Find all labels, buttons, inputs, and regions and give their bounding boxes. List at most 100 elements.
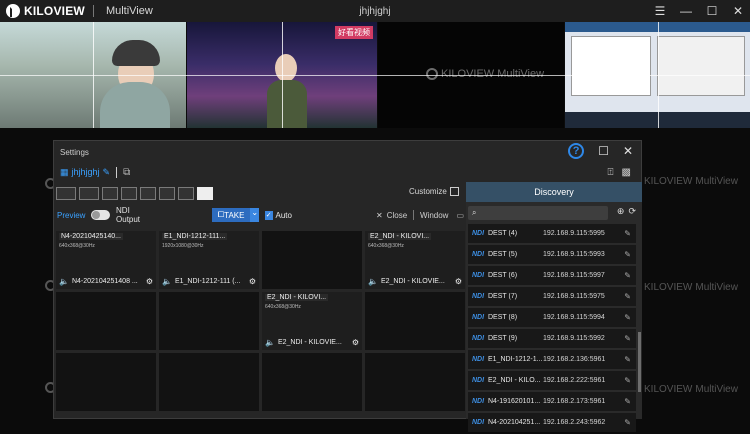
list-item[interactable]: NDI E2_NDI - KILO... 192.168.2.222:5961 ✎ [468, 371, 636, 390]
cell-source-name: E2_NDI - KILOVI... [265, 294, 329, 301]
brand-name: KILOVIEW [24, 4, 85, 18]
bg-watermark: KILOVIEW MultiView [644, 384, 738, 395]
source-address: 192.168.9.115:5997 [543, 272, 605, 279]
export-icon[interactable]: ⍐ [608, 167, 614, 178]
ndi-tag: NDI [472, 398, 485, 405]
window-button[interactable]: Window [420, 211, 448, 220]
list-item[interactable]: NDI DEST (4) 192.168.9.115:5995 ✎ [468, 224, 636, 243]
list-item[interactable]: NDI DEST (5) 192.168.9.115:5993 ✎ [468, 245, 636, 264]
grid-cell-11[interactable] [262, 353, 362, 411]
ndi-output-toggle[interactable] [91, 210, 111, 220]
cell-source-name: N4-20210425140... [59, 233, 123, 240]
speaker-icon[interactable]: 🔈 [368, 277, 378, 286]
source-address: 192.168.9.115:5994 [543, 314, 605, 321]
grid-cell-8[interactable] [365, 292, 465, 350]
pin-icon[interactable]: ✎ [624, 271, 631, 280]
pin-icon[interactable]: ✎ [624, 313, 631, 322]
grid-cell-7[interactable]: E2_NDI - KILOVI... 640x368@30Hz 🔈 E2_NDI… [262, 292, 362, 350]
cell-resolution: 1920x1080@30Hz [162, 243, 204, 249]
add-tab-icon[interactable]: ⧉ [123, 167, 130, 178]
pin-icon[interactable]: ✎ [624, 292, 631, 301]
ndi-tag: NDI [472, 251, 485, 258]
layout-1x1-alt[interactable] [79, 186, 99, 200]
watermark-logo: KILOVIEW MultiView [426, 68, 544, 80]
pin-icon[interactable]: ✎ [624, 355, 631, 364]
qr-icon[interactable]: ▩ [622, 167, 631, 178]
kiloview-watermark-icon [426, 68, 438, 80]
cell-footer: 🔈 E1_NDI-1212-111 (... ⚙ [162, 277, 256, 286]
grid-cell-12[interactable] [365, 353, 465, 411]
maximize-icon[interactable]: ☐ [704, 4, 720, 18]
pin-icon[interactable]: ✎ [624, 397, 631, 406]
speaker-icon[interactable]: 🔈 [265, 338, 275, 347]
layout-1x1[interactable] [56, 186, 76, 200]
list-item[interactable]: NDI DEST (7) 192.168.9.115:5975 ✎ [468, 287, 636, 306]
layout-1p3[interactable] [140, 186, 156, 200]
cell-footer-label: E2_NDI - KILOVIE... [277, 339, 342, 346]
list-item[interactable]: NDI N4-202104251... 192.168.2.243:5962 ✎ [468, 413, 636, 432]
pin-icon[interactable]: ✎ [624, 250, 631, 259]
auto-checkbox[interactable]: ✓ [264, 210, 273, 220]
discovery-search-input[interactable]: ⌕ [468, 206, 608, 220]
speaker-icon[interactable]: 🔈 [59, 277, 69, 286]
gear-icon[interactable]: ⚙ [146, 277, 153, 286]
preview-label: Preview [57, 210, 86, 220]
refresh-icon[interactable]: ⟳ [628, 206, 636, 217]
close-icon[interactable]: ✕ [376, 211, 383, 220]
discovery-list: NDI DEST (4) 192.168.9.115:5995 ✎ NDI DEST (… [468, 224, 636, 434]
grid-cell-6[interactable] [159, 292, 259, 350]
source-name: DEST (5) [488, 251, 518, 258]
layout-3x3[interactable] [178, 186, 194, 200]
ndi-tag: NDI [472, 293, 485, 300]
grid-cell-4[interactable]: E2_NDI - KILOVI... 640x368@30Hz 🔈 E2_NDI… [365, 231, 465, 289]
pin-icon[interactable]: ✎ [624, 229, 631, 238]
grid-cell-5[interactable] [56, 292, 156, 350]
grid-cell-1[interactable]: N4-20210425140... 640x368@30Hz 🔈 N4-2021… [56, 231, 156, 289]
close-button[interactable]: Close [387, 211, 407, 220]
layout-3x2[interactable] [159, 186, 175, 200]
pin-icon[interactable]: ✎ [624, 376, 631, 385]
take-dropdown[interactable]: ⌄ [250, 208, 259, 222]
source-address: 192.168.2.173:5961 [543, 398, 606, 405]
grid-cell-9[interactable] [56, 353, 156, 411]
close-dialog-icon[interactable]: ✕ [623, 144, 633, 158]
source-address: 192.168.9.115:5995 [543, 230, 605, 237]
add-source-icon[interactable]: ⊕ [617, 206, 625, 217]
source-name: DEST (6) [488, 272, 518, 279]
layout-2x2[interactable] [121, 186, 137, 200]
divider [413, 210, 414, 220]
layout-2-split[interactable] [102, 186, 118, 200]
pin-icon[interactable]: ✎ [624, 334, 631, 343]
grid-cell-10[interactable] [159, 353, 259, 411]
maximize-dialog-icon[interactable]: ☐ [598, 144, 609, 158]
tab-layout[interactable]: ▦ jhjhjghj ✎ [60, 167, 110, 178]
layout-4x4[interactable] [197, 186, 213, 200]
scrollbar[interactable] [638, 332, 641, 392]
ndi-output-label: NDI Output [116, 206, 141, 224]
menu-icon[interactable]: ☰ [652, 4, 668, 18]
gear-icon[interactable]: ⚙ [455, 277, 462, 286]
list-item[interactable]: NDI DEST (6) 192.168.9.115:5997 ✎ [468, 266, 636, 285]
list-item[interactable]: NDI N4-191620101... 192.168.2.173:5961 ✎ [468, 392, 636, 411]
edit-icon[interactable]: ✎ [103, 167, 111, 178]
take-button[interactable]: ⧠ TAKE [211, 208, 251, 222]
source-name: DEST (4) [488, 230, 518, 237]
pin-icon[interactable]: ✎ [624, 418, 631, 427]
speaker-icon[interactable]: 🔈 [162, 277, 172, 286]
list-item[interactable]: NDI DEST (8) 192.168.9.115:5994 ✎ [468, 308, 636, 327]
customize-button[interactable]: Customize [409, 187, 459, 196]
gear-icon[interactable]: ⚙ [249, 277, 256, 286]
bg-brand: KILOVIEW [644, 282, 693, 293]
grid-cell-3[interactable] [262, 231, 362, 289]
channel-tag: 好看视频 [335, 26, 373, 39]
minimize-icon[interactable]: — [678, 4, 694, 18]
help-icon[interactable]: ? [568, 143, 585, 159]
close-window-icon[interactable]: ✕ [730, 4, 746, 18]
grid-cell-2[interactable]: E1_NDI-1212-111... 1920x1080@30Hz 🔈 E1_N… [159, 231, 259, 289]
ndi-tag: NDI [472, 272, 485, 279]
list-item[interactable]: NDI DEST (9) 192.168.9.115:5992 ✎ [468, 329, 636, 348]
monitor-icon[interactable]: ▭ [456, 211, 464, 220]
gear-icon[interactable]: ⚙ [352, 338, 359, 347]
list-item[interactable]: NDI E1_NDI-1212-1... 192.168.2.136:5961 ✎ [468, 350, 636, 369]
ndi-tag: NDI [472, 314, 485, 321]
